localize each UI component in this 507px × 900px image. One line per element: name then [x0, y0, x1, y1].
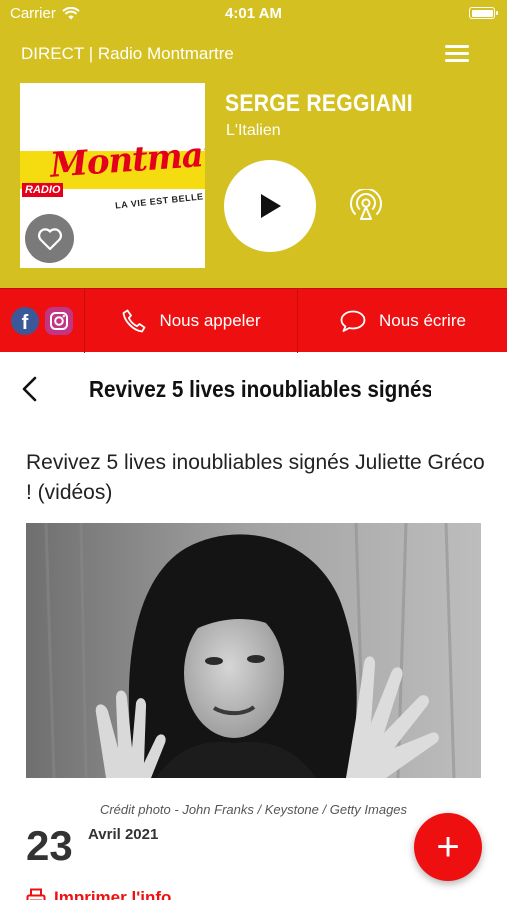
printer-icon	[26, 888, 46, 900]
favorite-button[interactable]	[25, 214, 74, 263]
call-button[interactable]: Nous appeler	[85, 289, 297, 353]
print-label: Imprimer l'info	[54, 888, 172, 900]
battery-icon	[469, 7, 498, 19]
logo-radio-text: RADIO	[22, 183, 64, 197]
artist-name: SERGE REGGIANI	[225, 90, 413, 117]
player-header: Carrier 4:01 AM DIRECT | Radio Montmartr…	[0, 0, 507, 288]
back-chevron-icon[interactable]	[16, 374, 46, 404]
song-title: L'Italien	[226, 122, 281, 139]
article-photo	[26, 523, 481, 778]
date-month-year: Avril 2021	[88, 826, 159, 843]
article-title: Revivez 5 lives inoubliables signés Juli…	[26, 451, 485, 504]
station-title: DIRECT | Radio Montmartre	[21, 44, 234, 63]
logo-slogan: LA VIE EST BELLE	[114, 191, 204, 211]
social-links: f	[0, 289, 84, 353]
play-icon	[261, 194, 281, 218]
play-button[interactable]	[224, 160, 316, 252]
hamburger-menu-button[interactable]	[445, 45, 469, 63]
heart-icon	[37, 227, 62, 250]
podcast-icon[interactable]	[349, 189, 383, 221]
add-fab-button[interactable]: +	[414, 813, 482, 881]
write-label: Nous écrire	[379, 311, 466, 330]
article-nav-title: Revivez 5 lives inoubliables signés ...	[89, 376, 431, 402]
facebook-icon[interactable]: f	[11, 307, 39, 335]
date-day: 23	[26, 822, 73, 869]
phone-icon	[123, 309, 146, 333]
call-label: Nous appeler	[159, 311, 261, 330]
chat-bubble-icon	[340, 310, 366, 332]
instagram-icon[interactable]	[45, 307, 73, 335]
status-bar: Carrier 4:01 AM	[0, 0, 507, 28]
write-button[interactable]: Nous écrire	[298, 289, 507, 353]
clock: 4:01 AM	[225, 5, 282, 22]
print-link[interactable]: Imprimer l'info	[26, 888, 171, 900]
contact-bar: f Nous appeler Nous écrire	[0, 288, 507, 353]
photo-credit: Crédit photo - John Franks / Keystone / …	[99, 802, 408, 817]
